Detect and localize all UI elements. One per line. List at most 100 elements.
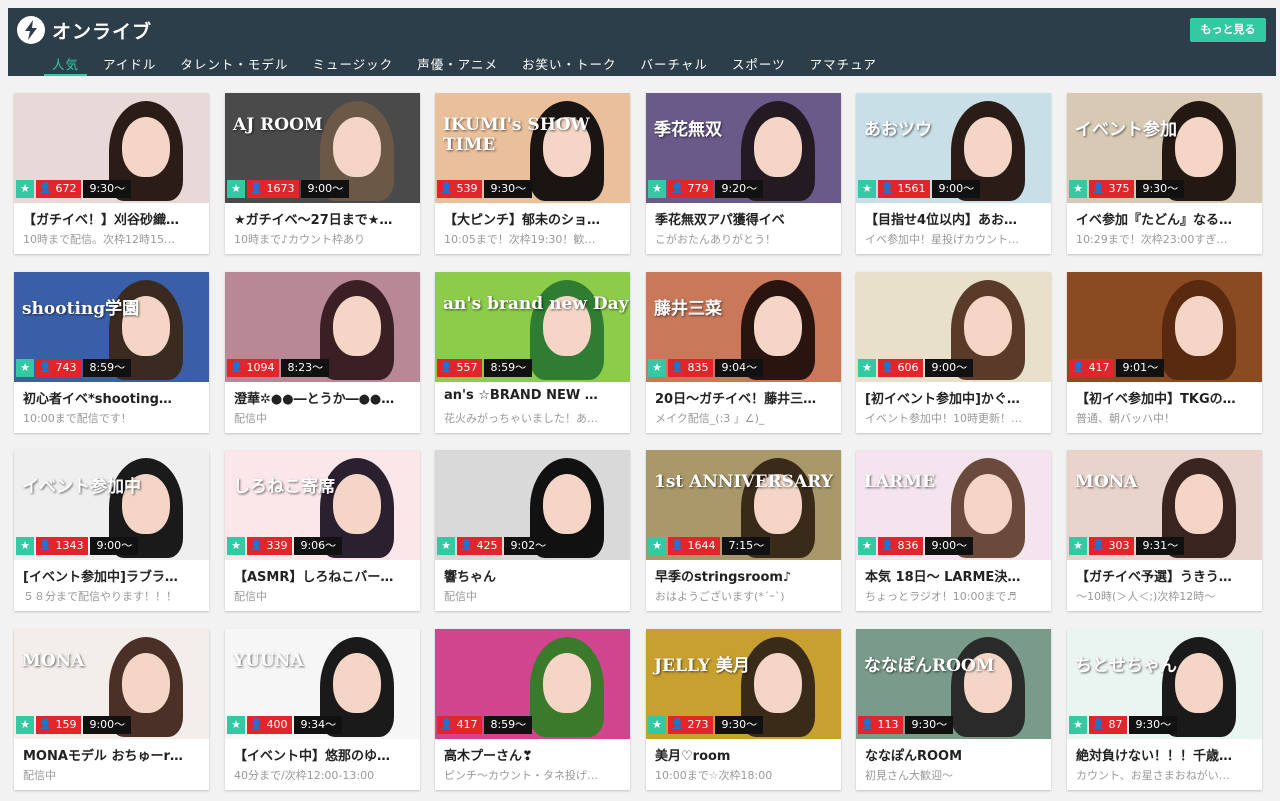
stream-title[interactable]: 【ガチイベ予選】うきう… — [1076, 566, 1258, 585]
live-card[interactable]: 季花無双 ★ 👤 779 9:20〜 季花無双アパ獲得イベ こがおたんありがとう！ — [646, 93, 841, 254]
person-icon: 👤 — [671, 719, 684, 730]
stream-title[interactable]: 澄華✲●●―とうか―●●… — [234, 388, 416, 407]
tab-4[interactable]: 声優・アニメ — [409, 52, 506, 76]
stream-thumbnail[interactable]: 藤井三菜 ★ 👤 835 9:04〜 — [646, 272, 841, 382]
live-card[interactable]: ちとせちゃん ★ 👤 87 9:30〜 絶対負けない！！！千歳… カウント、お星さまおねがい… — [1067, 629, 1262, 790]
start-time-badge: 8:59〜 — [484, 359, 533, 377]
section-title: オンライブ — [52, 21, 153, 43]
live-card[interactable]: しろねこ寄席 ★ 👤 339 9:06〜 【ASMR】しろねこバー… 配信中 — [225, 450, 420, 611]
stream-thumbnail[interactable]: イベント参加中 ★ 👤 1343 9:00〜 — [14, 450, 209, 560]
live-card[interactable]: shooting学園 ★ 👤 743 8:59〜 初心者イベ*shooting… 10:00… — [14, 272, 209, 433]
stream-subtitle: ちょっとラジオ！10:00まで♬ — [865, 590, 1017, 603]
stream-thumbnail[interactable]: ななぽんROOM 👤 113 9:30〜 — [856, 629, 1051, 739]
stream-subtitle: 10:00まで☆次枠18:00 — [655, 769, 773, 782]
start-time-badge: 9:00〜 — [90, 537, 139, 555]
stream-title[interactable]: 20日〜ガチイベ！藤井三… — [655, 388, 837, 407]
stream-title[interactable]: ななぽんROOM — [865, 745, 1047, 764]
live-card[interactable]: 👤 1094 8:23〜 澄華✲●●―とうか―●●… 配信中 — [225, 272, 420, 433]
stream-thumbnail[interactable]: LARME ★ 👤 836 9:00〜 — [856, 450, 1051, 560]
stream-title[interactable]: 【大ピンチ】郁未のショ… — [444, 209, 626, 228]
person-icon: 👤 — [671, 540, 684, 551]
live-card[interactable]: IKUMI's SHOW TIME 👤 539 9:30〜 【大ピンチ】郁未のショ… 10… — [435, 93, 630, 254]
live-card[interactable]: YUUNA ★ 👤 400 9:34〜 【イベント中】悠那のゆ… 40分まで/次枠12:00… — [225, 629, 420, 790]
live-card[interactable]: あおツウ ★ 👤 1561 9:00〜 【目指せ4位以内】あお… イベ参加中！星投げカウント… — [856, 93, 1051, 254]
stream-title[interactable]: イベ参加『たどん』なる… — [1076, 209, 1258, 228]
stream-title[interactable]: 早季のstringsroom♪ — [655, 566, 837, 585]
stream-title[interactable]: 美月♡room — [655, 745, 837, 764]
start-time-badge: 9:30〜 — [905, 716, 954, 734]
stream-thumbnail[interactable]: ★ 👤 425 9:02〜 — [435, 450, 630, 560]
stream-thumbnail[interactable]: MONA ★ 👤 159 9:00〜 — [14, 629, 209, 739]
stream-title[interactable]: [初イベント参加中]かぐ… — [865, 388, 1047, 407]
person-icon: 👤 — [1092, 183, 1105, 194]
live-card[interactable]: イベント参加 ★ 👤 375 9:30〜 イベ参加『たどん』なる… 10:29まで！次枠23… — [1067, 93, 1262, 254]
stream-title[interactable]: 【初イベ参加中】TKGの… — [1076, 388, 1258, 407]
viewer-count-badge: 👤 425 — [457, 537, 503, 555]
stream-thumbnail[interactable]: 季花無双 ★ 👤 779 9:20〜 — [646, 93, 841, 203]
stream-thumbnail[interactable]: AJ ROOM ★ 👤 1673 9:00〜 — [225, 93, 420, 203]
stream-title[interactable]: MONAモデル おちゅーr… — [23, 745, 205, 764]
stream-title[interactable]: 【目指せ4位以内】あお… — [865, 209, 1047, 228]
tab-8[interactable]: アマチュア — [802, 52, 885, 76]
stream-title[interactable]: [イベント参加中]ラブラ… — [23, 566, 205, 585]
stream-thumbnail[interactable]: IKUMI's SHOW TIME 👤 539 9:30〜 — [435, 93, 630, 203]
stream-subtitle: イベント参加中！10時更新！… — [865, 412, 1022, 425]
viewer-count: 303 — [1108, 539, 1130, 552]
stream-title[interactable]: 響ちゃん — [444, 566, 626, 585]
stream-thumbnail[interactable]: shooting学園 ★ 👤 743 8:59〜 — [14, 272, 209, 382]
tab-0[interactable]: 人気 — [44, 52, 88, 76]
live-card[interactable]: ★ 👤 672 9:30〜 【ガチイベ！】刈谷砂織… 10時まで配信。次枠12時15… — [14, 93, 209, 254]
live-card[interactable]: an's brand new Day 👤 557 8:59〜 an's ☆BRAND N… — [435, 272, 630, 433]
tab-5[interactable]: お笑い・トーク — [514, 52, 625, 76]
stream-title[interactable]: 絶対負けない！！！千歳… — [1076, 745, 1258, 764]
stream-thumbnail[interactable]: イベント参加 ★ 👤 375 9:30〜 — [1067, 93, 1262, 203]
stream-thumbnail[interactable]: ちとせちゃん ★ 👤 87 9:30〜 — [1067, 629, 1262, 739]
live-card[interactable]: ★ 👤 606 9:00〜 [初イベント参加中]かぐ… イベント参加中！10時更新！… — [856, 272, 1051, 433]
stream-thumbnail[interactable]: an's brand new Day 👤 557 8:59〜 — [435, 272, 630, 382]
stream-title[interactable]: 季花無双アパ獲得イベ — [655, 209, 837, 228]
stream-title[interactable]: 本気 18日〜 LARME決… — [865, 566, 1047, 585]
stream-thumbnail[interactable]: YUUNA ★ 👤 400 9:34〜 — [225, 629, 420, 739]
stream-title[interactable]: 【ガチイベ！】刈谷砂織… — [23, 209, 205, 228]
stream-title[interactable]: ★ガチイベ〜27日まで★… — [234, 209, 416, 228]
thumbnail-face-shape — [122, 117, 170, 177]
stream-thumbnail[interactable]: しろねこ寄席 ★ 👤 339 9:06〜 — [225, 450, 420, 560]
person-icon: 👤 — [250, 540, 263, 551]
stream-thumbnail[interactable]: ★ 👤 606 9:00〜 — [856, 272, 1051, 382]
live-card[interactable]: MONA ★ 👤 303 9:31〜 【ガチイベ予選】うきう… 〜10時(＞人＜;)次枠12… — [1067, 450, 1262, 611]
tab-3[interactable]: ミュージック — [304, 52, 401, 76]
stream-thumbnail[interactable]: あおツウ ★ 👤 1561 9:00〜 — [856, 93, 1051, 203]
live-card[interactable]: 👤 417 8:59〜 高木プーさん❣ ピンチ〜カウント・タネ投げ… — [435, 629, 630, 790]
stream-title[interactable]: 【イベント中】悠那のゆ… — [234, 745, 416, 764]
live-card[interactable]: JELLY 美月 ★ 👤 273 9:30〜美月♡room 10:00まで☆次枠18:00 — [646, 629, 841, 790]
stream-thumbnail[interactable]: MONA ★ 👤 303 9:31〜 — [1067, 450, 1262, 560]
live-card[interactable]: 👤 417 9:01〜 【初イベ参加中】TKGの… 普通、朝バッハ中！ — [1067, 272, 1262, 433]
tab-6[interactable]: バーチャル — [632, 52, 715, 76]
stream-title[interactable]: 【ASMR】しろねこバー… — [234, 566, 416, 585]
stream-thumbnail[interactable]: JELLY 美月 ★ 👤 273 9:30〜 — [646, 629, 841, 739]
stream-title[interactable]: 高木プーさん❣ — [444, 745, 626, 764]
stream-thumbnail[interactable]: ★ 👤 672 9:30〜 — [14, 93, 209, 203]
see-more-button[interactable]: もっと見る — [1190, 18, 1266, 42]
live-card[interactable]: 藤井三菜 ★ 👤 835 9:04〜 20日〜ガチイベ！藤井三… メイク配信_(:3 」∠)… — [646, 272, 841, 433]
stream-title[interactable]: 初心者イベ*shooting… — [23, 388, 205, 407]
tab-2[interactable]: タレント・モデル — [172, 52, 296, 76]
live-card[interactable]: ★ 👤 425 9:02〜 響ちゃん 配信中 — [435, 450, 630, 611]
live-card[interactable]: イベント参加中 ★ 👤 1343 9:00〜 [イベント参加中]ラブラ… ５８分まで配信やり… — [14, 450, 209, 611]
stream-thumbnail[interactable]: 👤 417 9:01〜 — [1067, 272, 1262, 382]
stream-badges: ★ 👤 159 9:00〜 — [16, 716, 132, 734]
thumbnail-caption: 1st ANNIVERSARY — [654, 472, 833, 492]
live-card[interactable]: LARME ★ 👤 836 9:00〜本気 18日〜 LARME決… ちょっとラジオ！10… — [856, 450, 1051, 611]
thumbnail-caption: イベント参加中 — [22, 477, 141, 497]
stream-thumbnail[interactable]: 1st ANNIVERSARY ★ 👤 1644 7:15〜 — [646, 450, 841, 560]
thumbnail-caption: MONA — [22, 651, 85, 671]
live-card[interactable]: 1st ANNIVERSARY ★ 👤 1644 7:15〜早季のstringsroom… — [646, 450, 841, 611]
stream-thumbnail[interactable]: 👤 417 8:59〜 — [435, 629, 630, 739]
live-card[interactable]: MONA ★ 👤 159 9:00〜 MONAモデル おちゅーr… 配信中 — [14, 629, 209, 790]
live-card[interactable]: AJ ROOM ★ 👤 1673 9:00〜 ★ガチイベ〜27日まで★… 10時まで♪カウン… — [225, 93, 420, 254]
stream-title[interactable]: an's ☆BRAND NEW … — [444, 388, 626, 403]
tab-7[interactable]: スポーツ — [724, 52, 794, 76]
tab-1[interactable]: アイドル — [95, 52, 164, 76]
live-card[interactable]: ななぽんROOM 👤 113 9:30〜 ななぽんROOM 初見さん大歓迎〜 — [856, 629, 1051, 790]
stream-thumbnail[interactable]: 👤 1094 8:23〜 — [225, 272, 420, 382]
